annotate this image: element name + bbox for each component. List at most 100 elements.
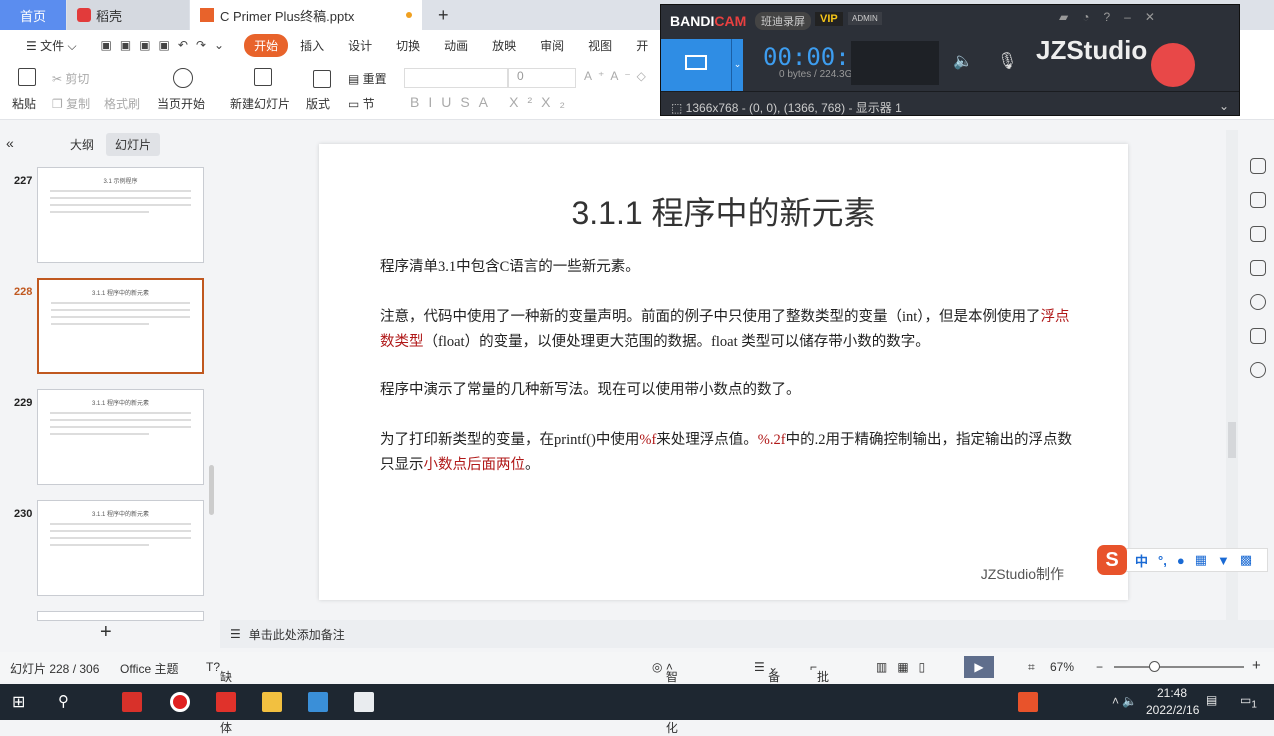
comments-button[interactable]: ⌐ 批注 bbox=[810, 660, 829, 701]
bandicam-cn-label: 班迪录屏 bbox=[755, 12, 811, 30]
lightning-icon[interactable] bbox=[1250, 362, 1266, 378]
view-buttons[interactable]: ▥▦▯ bbox=[876, 660, 935, 674]
vertical-scrollbar[interactable] bbox=[1226, 130, 1238, 620]
speaker-icon[interactable]: 🔈 bbox=[953, 51, 973, 71]
region-info[interactable]: ⬚ 1366x768 - (0, 0), (1366, 768) - 显示器 1… bbox=[661, 91, 1239, 117]
fit-window-icon[interactable]: ⌗ bbox=[1028, 660, 1035, 675]
sogou-tray-icon[interactable] bbox=[1018, 692, 1038, 712]
theme-name[interactable]: Office 主题 bbox=[120, 660, 178, 677]
file-explorer-icon[interactable] bbox=[262, 692, 282, 712]
quick-access-toolbar[interactable]: ▣▣▣▣↶↷⌄ bbox=[89, 38, 245, 52]
menu-item-slideshow[interactable]: 放映 bbox=[480, 37, 528, 54]
slide-canvas[interactable]: 3.1.1 程序中的新元素 程序清单3.1中包含C语言的一些新元素。 注意，代码… bbox=[319, 144, 1128, 600]
star-effects-icon[interactable] bbox=[1250, 226, 1266, 242]
tab-home[interactable]: 首页 bbox=[0, 0, 66, 30]
notification-icon[interactable]: ▭1 bbox=[1240, 693, 1257, 710]
menu-item-dev[interactable]: 开 bbox=[624, 37, 660, 54]
section-button[interactable]: ▭ 节 bbox=[348, 95, 375, 112]
scroll-thumb[interactable] bbox=[1228, 422, 1236, 458]
panel-scrollbar[interactable] bbox=[209, 465, 214, 515]
slide-thumbnail[interactable]: 3.1.1 程序中的新元素 bbox=[37, 389, 204, 485]
add-slide-button[interactable]: + bbox=[100, 621, 112, 644]
rocket-icon[interactable] bbox=[1250, 158, 1266, 174]
reset-button[interactable]: ▤ 重置 bbox=[348, 70, 387, 87]
slide-thumbnail[interactable]: 3.1.1 程序中的新元素 bbox=[37, 500, 204, 596]
font-size-value: 0 bbox=[517, 69, 524, 83]
layout-button[interactable]: 版式 bbox=[306, 95, 330, 112]
bandicam-window-controls[interactable]: ▰◔?‒✕ bbox=[1059, 10, 1169, 24]
menu-item-design[interactable]: 设计 bbox=[336, 37, 384, 54]
bandicam-icon[interactable] bbox=[170, 692, 190, 712]
keyboard-icon[interactable]: ▦ bbox=[1195, 552, 1207, 568]
wps-icon[interactable] bbox=[122, 692, 142, 712]
clock-time[interactable]: 21:48 bbox=[1157, 686, 1187, 700]
skin-icon[interactable]: ▼ bbox=[1217, 553, 1230, 568]
menu-item-transition[interactable]: 切换 bbox=[384, 37, 432, 54]
zoom-level[interactable]: 67% bbox=[1050, 660, 1074, 674]
search-icon[interactable]: ⚲ bbox=[58, 692, 78, 712]
tab-docer[interactable]: 稻壳 bbox=[67, 0, 189, 30]
ime-toolbar[interactable]: S 中 °, ● ▦ ▼ ▩ bbox=[1097, 545, 1268, 575]
notes-toggle-button[interactable]: ☰ 备注 ⌄ bbox=[754, 660, 780, 701]
clock-date[interactable]: 2022/2/16 bbox=[1146, 703, 1199, 717]
slide-counter: 幻灯片 228 / 306 bbox=[10, 662, 100, 676]
menu-item-animation[interactable]: 动画 bbox=[432, 37, 480, 54]
menu-item-insert[interactable]: 插入 bbox=[288, 37, 336, 54]
microphone-icon[interactable]: 🎙 bbox=[997, 51, 1017, 71]
slide-thumbnail[interactable]: 3.1.1 程序中的新元素 bbox=[37, 278, 204, 374]
menu-item-review[interactable]: 审阅 bbox=[528, 37, 576, 54]
help-icon[interactable] bbox=[1250, 294, 1266, 310]
beautify-button[interactable]: ◎ 智能美化 ˄ bbox=[652, 660, 678, 735]
new-slide-button[interactable]: 新建幻灯片 bbox=[230, 95, 290, 112]
toolbox-icon[interactable]: ▩ bbox=[1240, 552, 1252, 568]
text: 来处理浮点值。 bbox=[656, 432, 758, 448]
slide-thumbnail[interactable] bbox=[37, 611, 204, 621]
missing-font-button[interactable]: T? 缺失字体 bbox=[206, 660, 232, 735]
zoom-out-button[interactable]: − bbox=[1096, 660, 1103, 674]
paste-button[interactable]: 粘贴 bbox=[12, 95, 36, 112]
tab-document[interactable]: C Primer Plus终稿.pptx bbox=[190, 0, 422, 30]
windows-start-icon[interactable]: ⊞ bbox=[12, 692, 32, 712]
new-tab-button[interactable]: + bbox=[428, 0, 459, 30]
store-icon[interactable] bbox=[1250, 328, 1266, 344]
play-from-current-button[interactable]: 当页开始 bbox=[157, 95, 205, 112]
microphone-icon[interactable]: ● bbox=[1177, 553, 1185, 568]
app-icon[interactable] bbox=[354, 692, 374, 712]
font-size-select[interactable]: 0 bbox=[508, 68, 576, 88]
tab-slides[interactable]: 幻灯片 bbox=[106, 133, 161, 156]
tray-icons[interactable]: ˄ 🔈 bbox=[1112, 694, 1137, 708]
collapse-panel-icon[interactable]: « bbox=[6, 135, 14, 151]
zoom-in-button[interactable]: + bbox=[1252, 657, 1261, 674]
cut-button[interactable]: ✂ 剪切 bbox=[52, 70, 89, 87]
pdf-icon[interactable] bbox=[216, 692, 236, 712]
sliders-icon[interactable] bbox=[1250, 192, 1266, 208]
font-name-select[interactable] bbox=[404, 68, 508, 88]
paragraph-1: 程序清单3.1中包含C语言的一些新元素。 bbox=[380, 259, 640, 275]
ime-punctuation[interactable]: °, bbox=[1158, 553, 1167, 568]
zoom-slider[interactable] bbox=[1114, 666, 1244, 668]
unsaved-dot-icon bbox=[406, 12, 412, 18]
record-button[interactable] bbox=[1151, 43, 1195, 87]
webcam-button[interactable] bbox=[851, 41, 939, 85]
slide-thumbnail[interactable]: 3.1 示例程序 bbox=[37, 167, 204, 263]
menu-item-home[interactable]: 开始 bbox=[244, 33, 289, 57]
app-icon[interactable] bbox=[308, 692, 328, 712]
thumbnail-title: 3.1.1 程序中的新元素 bbox=[91, 401, 149, 407]
screen-share-icon[interactable] bbox=[1250, 260, 1266, 276]
notes-bar[interactable]: ☰ 单击此处添加备注 bbox=[220, 620, 1274, 648]
slideshow-play-button[interactable]: ▶ bbox=[964, 656, 994, 678]
menu-item-view[interactable]: 视图 bbox=[576, 37, 624, 54]
screen-mode-button[interactable] bbox=[661, 39, 731, 91]
ime-language[interactable]: 中 bbox=[1135, 551, 1148, 570]
format-painter-button[interactable]: 格式刷 bbox=[104, 95, 140, 112]
copy-button[interactable]: ❐ 复制 bbox=[52, 95, 90, 112]
task-view-icon[interactable]: ▤ bbox=[1206, 693, 1217, 707]
tab-outline[interactable]: 大纲 bbox=[70, 136, 94, 153]
file-menu[interactable]: ☰ 文件 ⌵ bbox=[14, 37, 89, 54]
zoom-slider-handle[interactable] bbox=[1149, 661, 1160, 672]
paragraph-4: 为了打印新类型的变量，在printf()中使用%f来处理浮点值。%.2f中的.2… bbox=[380, 428, 1080, 478]
font-grow-shrink-buttons[interactable]: A⁺A⁻◇ bbox=[584, 69, 652, 83]
slide-panel: « 大纲 幻灯片 227 3.1 示例程序 228 3.1.1 程序中的新元素 … bbox=[0, 125, 220, 650]
font-format-buttons[interactable]: BIUSA X²X₂ bbox=[410, 94, 574, 110]
mode-dropdown[interactable]: ⌄ bbox=[731, 39, 743, 91]
